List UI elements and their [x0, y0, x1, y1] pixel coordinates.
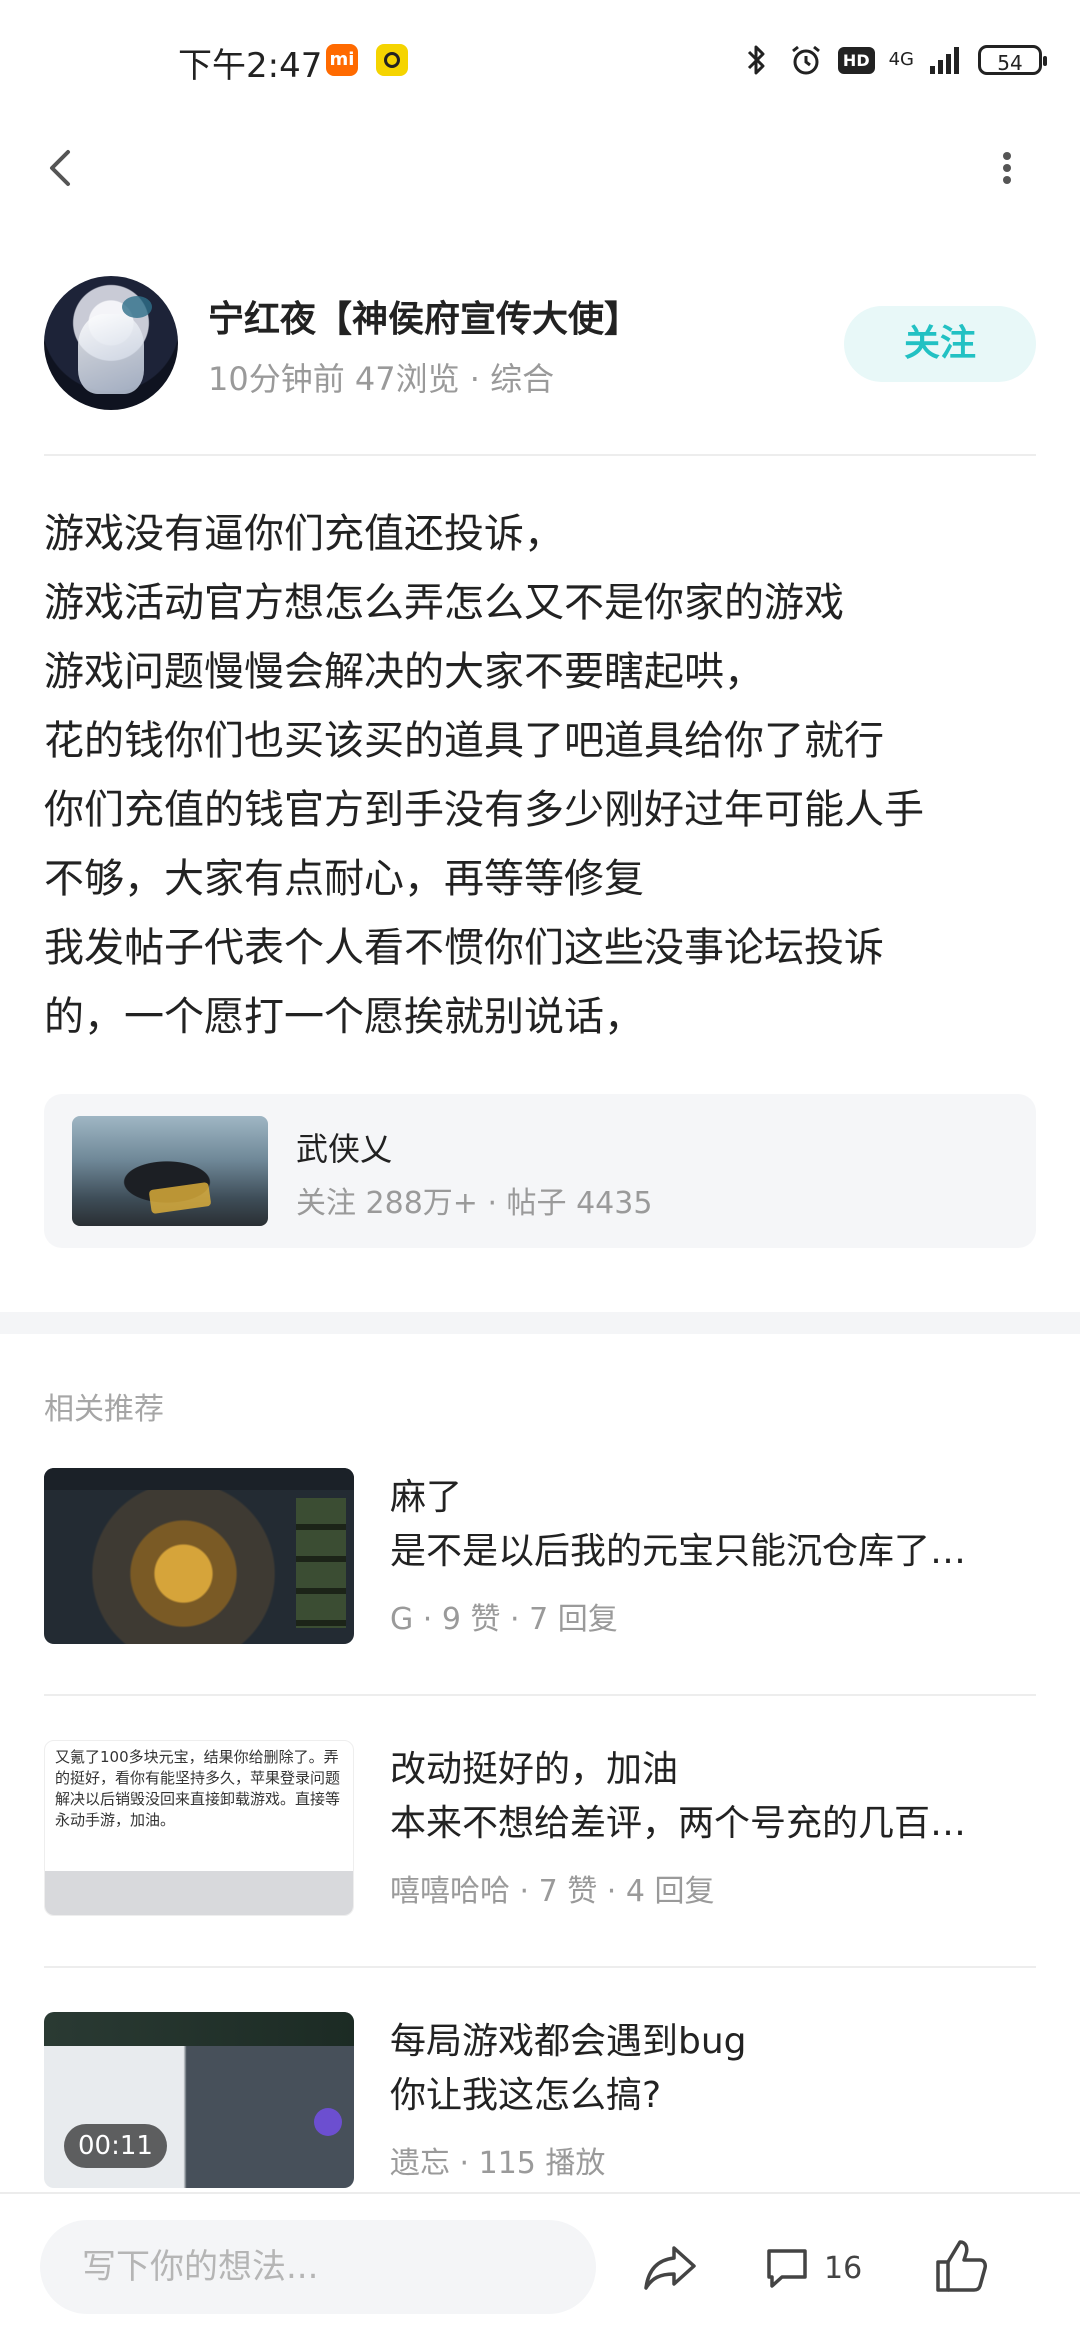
related-meta: 嘻嘻哈哈 · 7 赞 · 4 回复: [390, 1874, 715, 1909]
comment-input[interactable]: [40, 2220, 596, 2314]
post-meta: 10分钟前 47浏览 · 综合: [208, 360, 555, 398]
game-thumbnail: [72, 1116, 268, 1226]
signal-icon: [930, 47, 959, 74]
divider: [44, 1966, 1036, 1968]
status-time: 下午2:47: [178, 46, 323, 86]
game-stats: 关注 288万+ · 帖子 4435: [296, 1186, 653, 1221]
post-line: 你们充值的钱官方到手没有多少刚好过年可能人手: [44, 787, 924, 833]
game-name: 武侠乂: [296, 1130, 393, 1168]
related-meta: G · 9 赞 · 7 回复: [390, 1602, 618, 1637]
notification-app-icon: [376, 44, 408, 76]
section-separator: [0, 1312, 1080, 1334]
related-title: 改动挺好的，加油: [390, 1749, 679, 1790]
related-item[interactable]: 又氪了100多块元宝，结果你给删除了。弄的挺好，看你有能坚持多久，苹果登录问题解…: [44, 1740, 1036, 1916]
game-card[interactable]: 武侠乂 关注 288万+ · 帖子 4435: [44, 1094, 1036, 1248]
author-avatar[interactable]: [44, 276, 178, 410]
related-thumbnail: [44, 1468, 354, 1644]
related-item[interactable]: 00:11 每局游戏都会遇到bug 你让我这怎么搞? 遗忘 · 115 播放: [44, 2012, 1036, 2188]
related-meta: 遗忘 · 115 播放: [390, 2146, 606, 2181]
network-type: 4G: [888, 49, 914, 70]
back-button[interactable]: [38, 136, 86, 200]
share-icon[interactable]: [640, 2240, 700, 2296]
related-thumbnail: 又氪了100多块元宝，结果你给删除了。弄的挺好，看你有能坚持多久，苹果登录问题解…: [44, 1740, 354, 1916]
divider: [44, 1694, 1036, 1696]
divider: [44, 454, 1036, 456]
related-video-thumbnail: 00:11: [44, 2012, 354, 2188]
post-line: 游戏活动官方想怎么弄怎么又不是你家的游戏: [44, 580, 844, 626]
post-line: 的，一个愿打一个愿挨就别说话，: [44, 994, 644, 1040]
related-snippet: 是不是以后我的元宝只能沉仓库了…: [390, 1531, 967, 1572]
post-content: 游戏没有逼你们充值还投诉， 游戏活动官方想怎么弄怎么又不是你家的游戏 游戏问题慢…: [44, 500, 1044, 1052]
post-line: 游戏问题慢慢会解决的大家不要瞎起哄，: [44, 649, 764, 695]
related-title: 每局游戏都会遇到bug: [390, 2021, 747, 2062]
video-duration: 00:11: [64, 2124, 167, 2168]
like-icon[interactable]: [932, 2236, 988, 2296]
alarm-icon: [791, 45, 820, 75]
related-item[interactable]: 麻了 是不是以后我的元宝只能沉仓库了… G · 9 赞 · 7 回复: [44, 1468, 1036, 1644]
comment-button[interactable]: 16: [764, 2238, 862, 2298]
related-title: 麻了: [390, 1477, 463, 1518]
related-section-title: 相关推荐: [44, 1392, 164, 1427]
post-line: 花的钱你们也买该买的道具了吧道具给你了就行: [44, 718, 884, 764]
related-snippet: 你让我这怎么搞?: [390, 2075, 662, 2116]
author-name[interactable]: 宁红夜【神侯府宣传大使】: [208, 290, 640, 342]
status-bar: 下午2:47 mi HD 4G 54: [0, 0, 1080, 120]
post-line: 游戏没有逼你们充值还投诉，: [44, 511, 564, 557]
related-snippet: 本来不想给差评，两个号充的几百…: [390, 1803, 967, 1844]
more-options-icon[interactable]: [990, 136, 1024, 200]
bottom-action-bar: 16: [0, 2192, 1080, 2340]
comment-count: 16: [824, 2250, 863, 2286]
bluetooth-icon: [747, 45, 765, 75]
post-line: 我发帖子代表个人看不惯你们这些没事论坛投诉: [44, 925, 884, 971]
comment-icon: [767, 2249, 807, 2288]
post-line: 不够，大家有点耐心，再等等修复: [44, 856, 644, 902]
battery-icon: 54: [978, 45, 1047, 75]
status-icons: HD 4G 54: [738, 36, 1047, 84]
thumbnail-text: 又氪了100多块元宝，结果你给删除了。弄的挺好，看你有能坚持多久，苹果登录问题解…: [55, 1748, 341, 1829]
mi-app-icon: mi: [326, 44, 358, 76]
hd-icon: HD: [837, 46, 875, 74]
follow-button[interactable]: 关注: [844, 306, 1036, 382]
